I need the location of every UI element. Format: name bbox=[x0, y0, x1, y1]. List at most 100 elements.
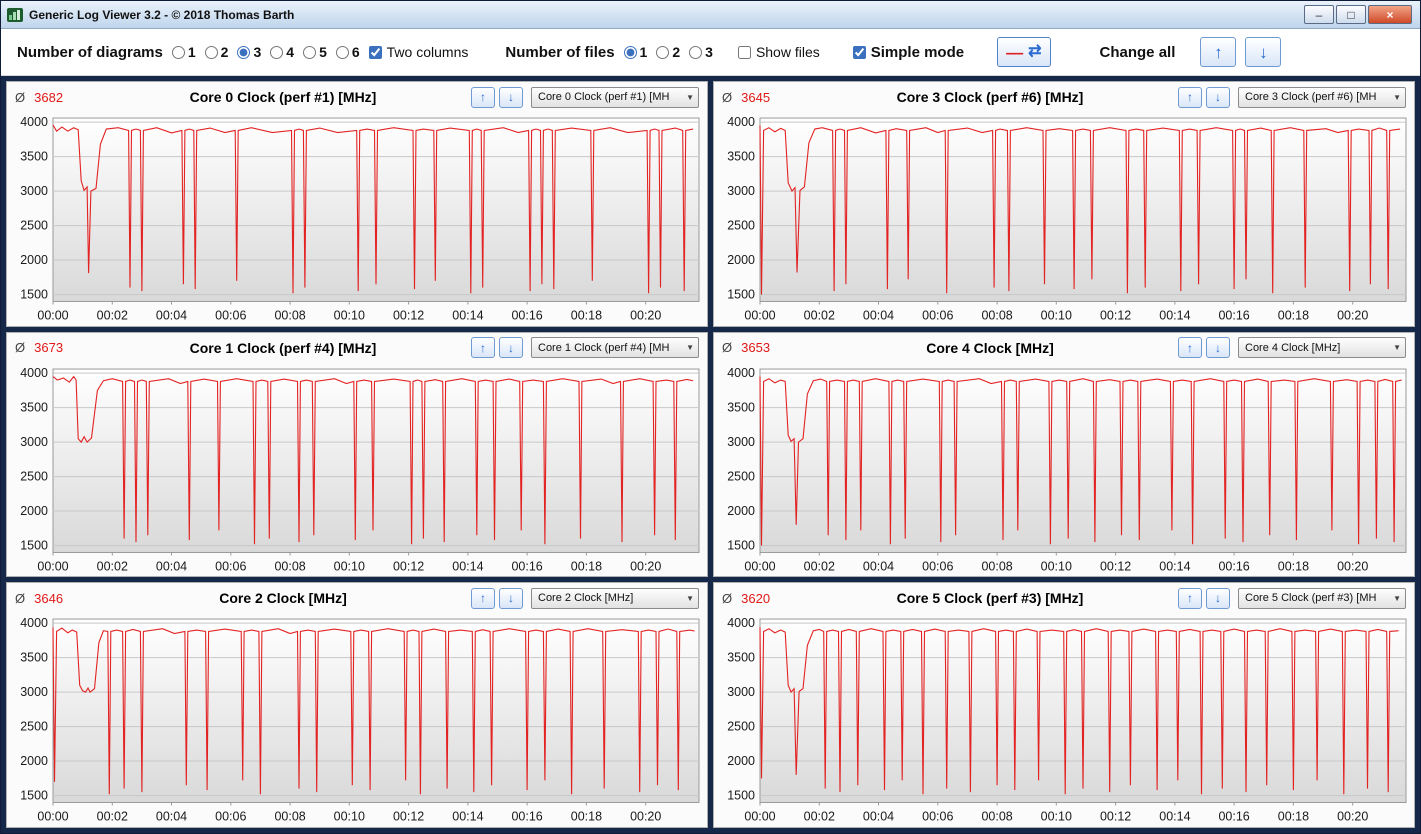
panel-move-down-button[interactable]: ↓ bbox=[1206, 337, 1230, 359]
svg-text:3500: 3500 bbox=[20, 651, 48, 665]
radio-diagrams-4[interactable]: 4 bbox=[270, 44, 294, 60]
radio-input-files-3[interactable] bbox=[689, 45, 703, 59]
show-files-checkbox[interactable]: Show files bbox=[737, 44, 820, 60]
close-button[interactable]: × bbox=[1368, 5, 1412, 24]
svg-text:00:10: 00:10 bbox=[1041, 309, 1072, 323]
svg-text:3500: 3500 bbox=[20, 150, 48, 164]
panel-title: Core 3 Clock (perf #6) [MHz] bbox=[896, 89, 1084, 105]
panel-title: Core 4 Clock [MHz] bbox=[926, 339, 1054, 356]
change-all-up-button[interactable]: ↑ bbox=[1200, 37, 1237, 67]
metric-dropdown[interactable]: Core 0 Clock (perf #1) [MH ▼ bbox=[531, 86, 699, 108]
svg-text:00:20: 00:20 bbox=[1337, 810, 1368, 824]
svg-text:00:06: 00:06 bbox=[922, 810, 953, 824]
show-files-input[interactable] bbox=[737, 45, 751, 59]
svg-text:00:18: 00:18 bbox=[1278, 559, 1309, 573]
chart-area: 4000 3500 3000 2500 2000 1500 00:00 00:02 00:04 0… bbox=[7, 363, 707, 577]
panel-move-down-button[interactable]: ↓ bbox=[499, 86, 523, 108]
metric-dropdown[interactable]: Core 4 Clock [MHz] ▼ bbox=[1238, 337, 1406, 359]
down-arrow-icon: ↓ bbox=[508, 340, 514, 355]
refresh-series-button[interactable]: — ⇄ bbox=[997, 37, 1051, 67]
svg-text:3000: 3000 bbox=[727, 685, 755, 699]
simple-mode-input[interactable] bbox=[852, 45, 866, 59]
chart-panel: Ø 3646 Core 2 Clock [MHz] ↑ ↓ Core 2 Clo… bbox=[6, 582, 708, 828]
svg-text:00:00: 00:00 bbox=[37, 810, 68, 824]
dropdown-arrow-icon: ▼ bbox=[686, 593, 694, 603]
svg-text:00:10: 00:10 bbox=[1041, 559, 1072, 573]
radio-input-files-2[interactable] bbox=[656, 45, 670, 59]
minimize-button[interactable]: – bbox=[1304, 5, 1334, 24]
average-value: 3673 bbox=[34, 340, 64, 356]
radio-diagrams-2[interactable]: 2 bbox=[204, 44, 228, 60]
radio-diagrams-5[interactable]: 5 bbox=[303, 44, 327, 60]
dropdown-value: Core 2 Clock [MHz] bbox=[538, 592, 634, 605]
svg-text:1500: 1500 bbox=[727, 288, 755, 302]
radio-input-diagrams-2[interactable] bbox=[204, 45, 218, 59]
radio-files-2[interactable]: 2 bbox=[656, 44, 680, 60]
maximize-button[interactable]: □ bbox=[1336, 5, 1366, 24]
up-arrow-icon: ↑ bbox=[480, 591, 486, 606]
radio-diagrams-3[interactable]: 3 bbox=[237, 44, 261, 60]
radio-input-files-1[interactable] bbox=[623, 45, 637, 59]
svg-text:2500: 2500 bbox=[20, 219, 48, 233]
radio-input-diagrams-5[interactable] bbox=[303, 45, 317, 59]
line-chart: 4000 3500 3000 2500 2000 1500 00:00 00:02 00:04 0… bbox=[20, 115, 700, 323]
panel-move-up-button[interactable]: ↑ bbox=[1178, 587, 1202, 609]
radio-input-diagrams-1[interactable] bbox=[171, 45, 185, 59]
panel-move-up-button[interactable]: ↑ bbox=[471, 337, 495, 359]
svg-text:00:14: 00:14 bbox=[1159, 559, 1190, 573]
dropdown-value: Core 5 Clock (perf #3) [MH bbox=[1245, 592, 1377, 605]
chart-area: 4000 3500 3000 2500 2000 1500 00:00 00:02 00:04 0… bbox=[714, 613, 1414, 827]
svg-text:00:12: 00:12 bbox=[1100, 559, 1131, 573]
files-label: Number of files bbox=[505, 43, 615, 61]
radio-option-label: 3 bbox=[705, 44, 713, 60]
files-radio-group: 1 2 3 bbox=[623, 44, 713, 60]
window-controls: – □ × bbox=[1304, 5, 1414, 24]
line-chart: 4000 3500 3000 2500 2000 1500 00:00 00:02 00:04 0… bbox=[727, 115, 1407, 323]
svg-text:00:18: 00:18 bbox=[1278, 810, 1309, 824]
up-arrow-icon: ↑ bbox=[480, 340, 486, 355]
radio-files-1[interactable]: 1 bbox=[623, 44, 647, 60]
svg-text:00:18: 00:18 bbox=[1278, 309, 1309, 323]
change-all-down-button[interactable]: ↓ bbox=[1245, 37, 1282, 67]
average-symbol: Ø bbox=[15, 340, 26, 356]
panel-move-up-button[interactable]: ↑ bbox=[1178, 337, 1202, 359]
svg-text:1500: 1500 bbox=[20, 789, 48, 803]
chart-area: 4000 3500 3000 2500 2000 1500 00:00 00:02 00:04 0… bbox=[7, 112, 707, 326]
radio-option-label: 6 bbox=[351, 44, 360, 60]
panel-move-up-button[interactable]: ↑ bbox=[1178, 86, 1202, 108]
svg-text:2500: 2500 bbox=[727, 720, 755, 734]
panel-move-down-button[interactable]: ↓ bbox=[499, 587, 523, 609]
window-title: Generic Log Viewer 3.2 - © 2018 Thomas B… bbox=[29, 7, 295, 22]
panel-title: Core 5 Clock (perf #3) [MHz] bbox=[896, 590, 1084, 607]
average-readout: Ø 3653 bbox=[722, 340, 802, 355]
svg-text:2000: 2000 bbox=[20, 253, 48, 267]
metric-dropdown[interactable]: Core 3 Clock (perf #6) [MH ▼ bbox=[1238, 86, 1406, 108]
metric-dropdown[interactable]: Core 1 Clock (perf #4) [MH ▼ bbox=[531, 337, 699, 359]
two-columns-input[interactable] bbox=[368, 45, 382, 59]
dropdown-value: Core 4 Clock [MHz] bbox=[1245, 341, 1341, 354]
svg-text:00:06: 00:06 bbox=[215, 309, 246, 323]
refresh-icon: ⇄ bbox=[1028, 43, 1042, 60]
radio-input-diagrams-6[interactable] bbox=[335, 45, 349, 59]
radio-diagrams-1[interactable]: 1 bbox=[171, 44, 196, 60]
panel-move-up-button[interactable]: ↑ bbox=[471, 587, 495, 609]
svg-text:00:08: 00:08 bbox=[981, 559, 1012, 573]
svg-text:00:18: 00:18 bbox=[571, 810, 602, 824]
panel-move-down-button[interactable]: ↓ bbox=[1206, 587, 1230, 609]
svg-text:00:20: 00:20 bbox=[630, 559, 661, 573]
radio-input-diagrams-4[interactable] bbox=[270, 45, 284, 59]
panel-move-down-button[interactable]: ↓ bbox=[1206, 86, 1230, 108]
panel-header: Ø 3673 Core 1 Clock (perf #4) [MHz] ↑ ↓ … bbox=[7, 333, 707, 363]
metric-dropdown[interactable]: Core 5 Clock (perf #3) [MH ▼ bbox=[1238, 587, 1406, 609]
radio-diagrams-6[interactable]: 6 bbox=[335, 44, 360, 60]
radio-files-3[interactable]: 3 bbox=[689, 44, 713, 60]
svg-text:00:02: 00:02 bbox=[97, 810, 128, 824]
simple-mode-checkbox[interactable]: Simple mode bbox=[852, 44, 964, 61]
svg-text:00:00: 00:00 bbox=[744, 309, 775, 323]
svg-text:1500: 1500 bbox=[727, 538, 755, 552]
panel-move-down-button[interactable]: ↓ bbox=[499, 337, 523, 359]
two-columns-checkbox[interactable]: Two columns bbox=[368, 44, 468, 60]
metric-dropdown[interactable]: Core 2 Clock [MHz] ▼ bbox=[531, 587, 699, 609]
panel-move-up-button[interactable]: ↑ bbox=[471, 86, 495, 108]
radio-input-diagrams-3[interactable] bbox=[237, 45, 251, 59]
